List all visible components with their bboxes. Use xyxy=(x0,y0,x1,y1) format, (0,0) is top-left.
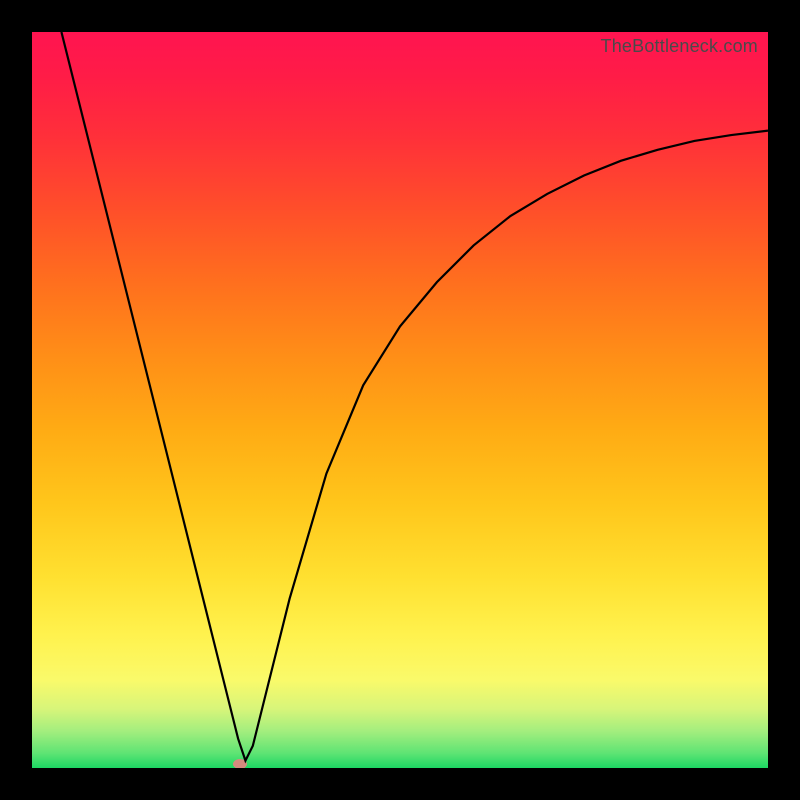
plot-area: TheBottleneck.com xyxy=(32,32,768,768)
bottleneck-curve xyxy=(61,32,768,761)
chart-frame: TheBottleneck.com xyxy=(0,0,800,800)
curve-layer xyxy=(32,32,768,768)
watermark-text: TheBottleneck.com xyxy=(601,36,758,57)
